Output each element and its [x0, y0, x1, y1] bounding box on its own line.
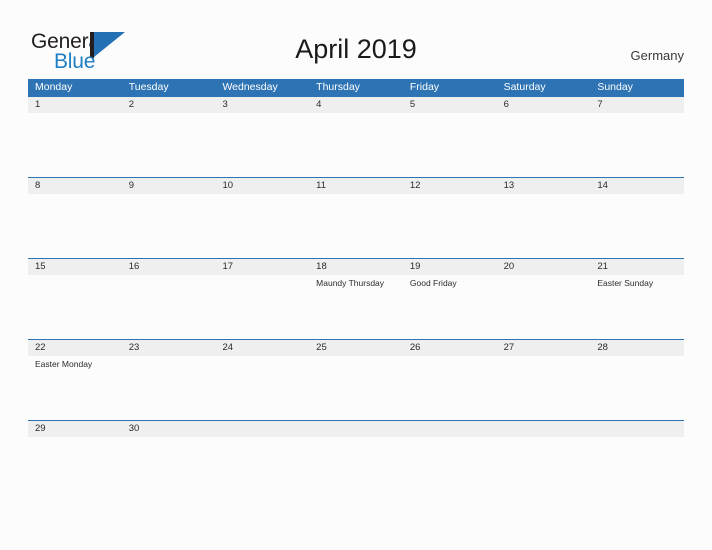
- weekday-thursday: Thursday: [316, 81, 360, 93]
- day-event[interactable]: [497, 275, 591, 339]
- day-event-band: [28, 113, 684, 177]
- day-event[interactable]: [590, 194, 684, 258]
- day-event[interactable]: [122, 356, 216, 420]
- day-cell-empty: [497, 421, 591, 437]
- day-number[interactable]: 22: [28, 340, 122, 356]
- day-number[interactable]: 5: [403, 97, 497, 113]
- day-event[interactable]: [403, 113, 497, 177]
- day-cell-empty: [497, 437, 591, 501]
- weekday-header-row: Monday Tuesday Wednesday Thursday Friday…: [28, 79, 684, 96]
- day-number[interactable]: 19: [403, 259, 497, 275]
- day-cell-empty: [403, 437, 497, 501]
- day-number[interactable]: 18: [309, 259, 403, 275]
- day-number[interactable]: 6: [497, 97, 591, 113]
- day-number[interactable]: 30: [122, 421, 216, 437]
- day-event-good-friday[interactable]: Good Friday: [403, 275, 497, 339]
- day-event-easter-sunday[interactable]: Easter Sunday: [590, 275, 684, 339]
- day-number[interactable]: 11: [309, 178, 403, 194]
- day-number[interactable]: 4: [309, 97, 403, 113]
- day-event[interactable]: [497, 356, 591, 420]
- day-event[interactable]: [403, 194, 497, 258]
- day-number[interactable]: 15: [28, 259, 122, 275]
- day-event[interactable]: [215, 113, 309, 177]
- day-number[interactable]: 21: [590, 259, 684, 275]
- weekday-sunday: Sunday: [597, 81, 633, 93]
- page-header: General Blue April 2019 Germany: [0, 0, 712, 78]
- day-event[interactable]: [215, 275, 309, 339]
- day-number[interactable]: 20: [497, 259, 591, 275]
- day-number[interactable]: 7: [590, 97, 684, 113]
- day-event[interactable]: [215, 194, 309, 258]
- day-number[interactable]: 10: [215, 178, 309, 194]
- day-number[interactable]: 24: [215, 340, 309, 356]
- day-event-maundy-thursday[interactable]: Maundy Thursday: [309, 275, 403, 339]
- day-event[interactable]: [122, 113, 216, 177]
- day-number[interactable]: 28: [590, 340, 684, 356]
- day-number[interactable]: 3: [215, 97, 309, 113]
- day-event[interactable]: [215, 356, 309, 420]
- day-event[interactable]: [309, 356, 403, 420]
- day-number-band: 29 30: [28, 421, 684, 437]
- day-cell-empty: [403, 421, 497, 437]
- day-event[interactable]: [497, 194, 591, 258]
- weekday-tuesday: Tuesday: [128, 81, 169, 93]
- day-event[interactable]: [122, 275, 216, 339]
- day-event[interactable]: [403, 356, 497, 420]
- page-title: April 2019: [295, 34, 417, 64]
- day-number[interactable]: 16: [122, 259, 216, 275]
- day-number-band: 15 16 17 18 19 20 21: [28, 259, 684, 275]
- day-number[interactable]: 1: [28, 97, 122, 113]
- day-cell-empty: [590, 437, 684, 501]
- weekday-friday: Friday: [409, 81, 440, 93]
- weekday-wednesday: Wednesday: [222, 81, 278, 93]
- day-event-band: Maundy Thursday Good Friday Easter Sunda…: [28, 275, 684, 339]
- day-event[interactable]: [122, 437, 216, 501]
- day-cell-empty: [590, 421, 684, 437]
- weekday-saturday: Saturday: [503, 81, 546, 93]
- day-number[interactable]: 26: [403, 340, 497, 356]
- day-event[interactable]: [28, 437, 122, 501]
- day-event[interactable]: [309, 194, 403, 258]
- week-row: 15 16 17 18 19 20 21 Maundy Thursday Goo…: [28, 258, 684, 339]
- day-cell-empty: [309, 421, 403, 437]
- weekday-monday: Monday: [35, 81, 73, 93]
- week-row: 8 9 10 11 12 13 14: [28, 177, 684, 258]
- day-number-band: 22 23 24 25 26 27 28: [28, 340, 684, 356]
- day-cell-empty: [215, 437, 309, 501]
- day-number[interactable]: 9: [122, 178, 216, 194]
- day-event[interactable]: [122, 194, 216, 258]
- day-number[interactable]: 17: [215, 259, 309, 275]
- day-number[interactable]: 27: [497, 340, 591, 356]
- day-number[interactable]: 8: [28, 178, 122, 194]
- day-event-easter-monday[interactable]: Easter Monday: [28, 356, 122, 420]
- week-row: 29 30: [28, 420, 684, 501]
- day-number-band: 8 9 10 11 12 13 14: [28, 178, 684, 194]
- day-number[interactable]: 2: [122, 97, 216, 113]
- week-row: 1 2 3 4 5 6 7: [28, 96, 684, 177]
- day-event[interactable]: [28, 194, 122, 258]
- day-event[interactable]: [590, 113, 684, 177]
- day-event-band: [28, 194, 684, 258]
- country-label: Germany: [630, 48, 684, 63]
- day-event-band: [28, 437, 684, 501]
- week-row: 22 23 24 25 26 27 28 Easter Monday: [28, 339, 684, 420]
- day-number[interactable]: 12: [403, 178, 497, 194]
- day-cell-empty: [215, 421, 309, 437]
- day-event[interactable]: [309, 113, 403, 177]
- day-number-band: 1 2 3 4 5 6 7: [28, 97, 684, 113]
- day-cell-empty: [309, 437, 403, 501]
- day-number[interactable]: 13: [497, 178, 591, 194]
- day-number[interactable]: 25: [309, 340, 403, 356]
- day-event[interactable]: [590, 356, 684, 420]
- day-event[interactable]: [28, 113, 122, 177]
- day-event[interactable]: [497, 113, 591, 177]
- day-number[interactable]: 29: [28, 421, 122, 437]
- day-number[interactable]: 23: [122, 340, 216, 356]
- calendar-grid: Monday Tuesday Wednesday Thursday Friday…: [28, 79, 684, 501]
- day-event[interactable]: [28, 275, 122, 339]
- day-number[interactable]: 14: [590, 178, 684, 194]
- day-event-band: Easter Monday: [28, 356, 684, 420]
